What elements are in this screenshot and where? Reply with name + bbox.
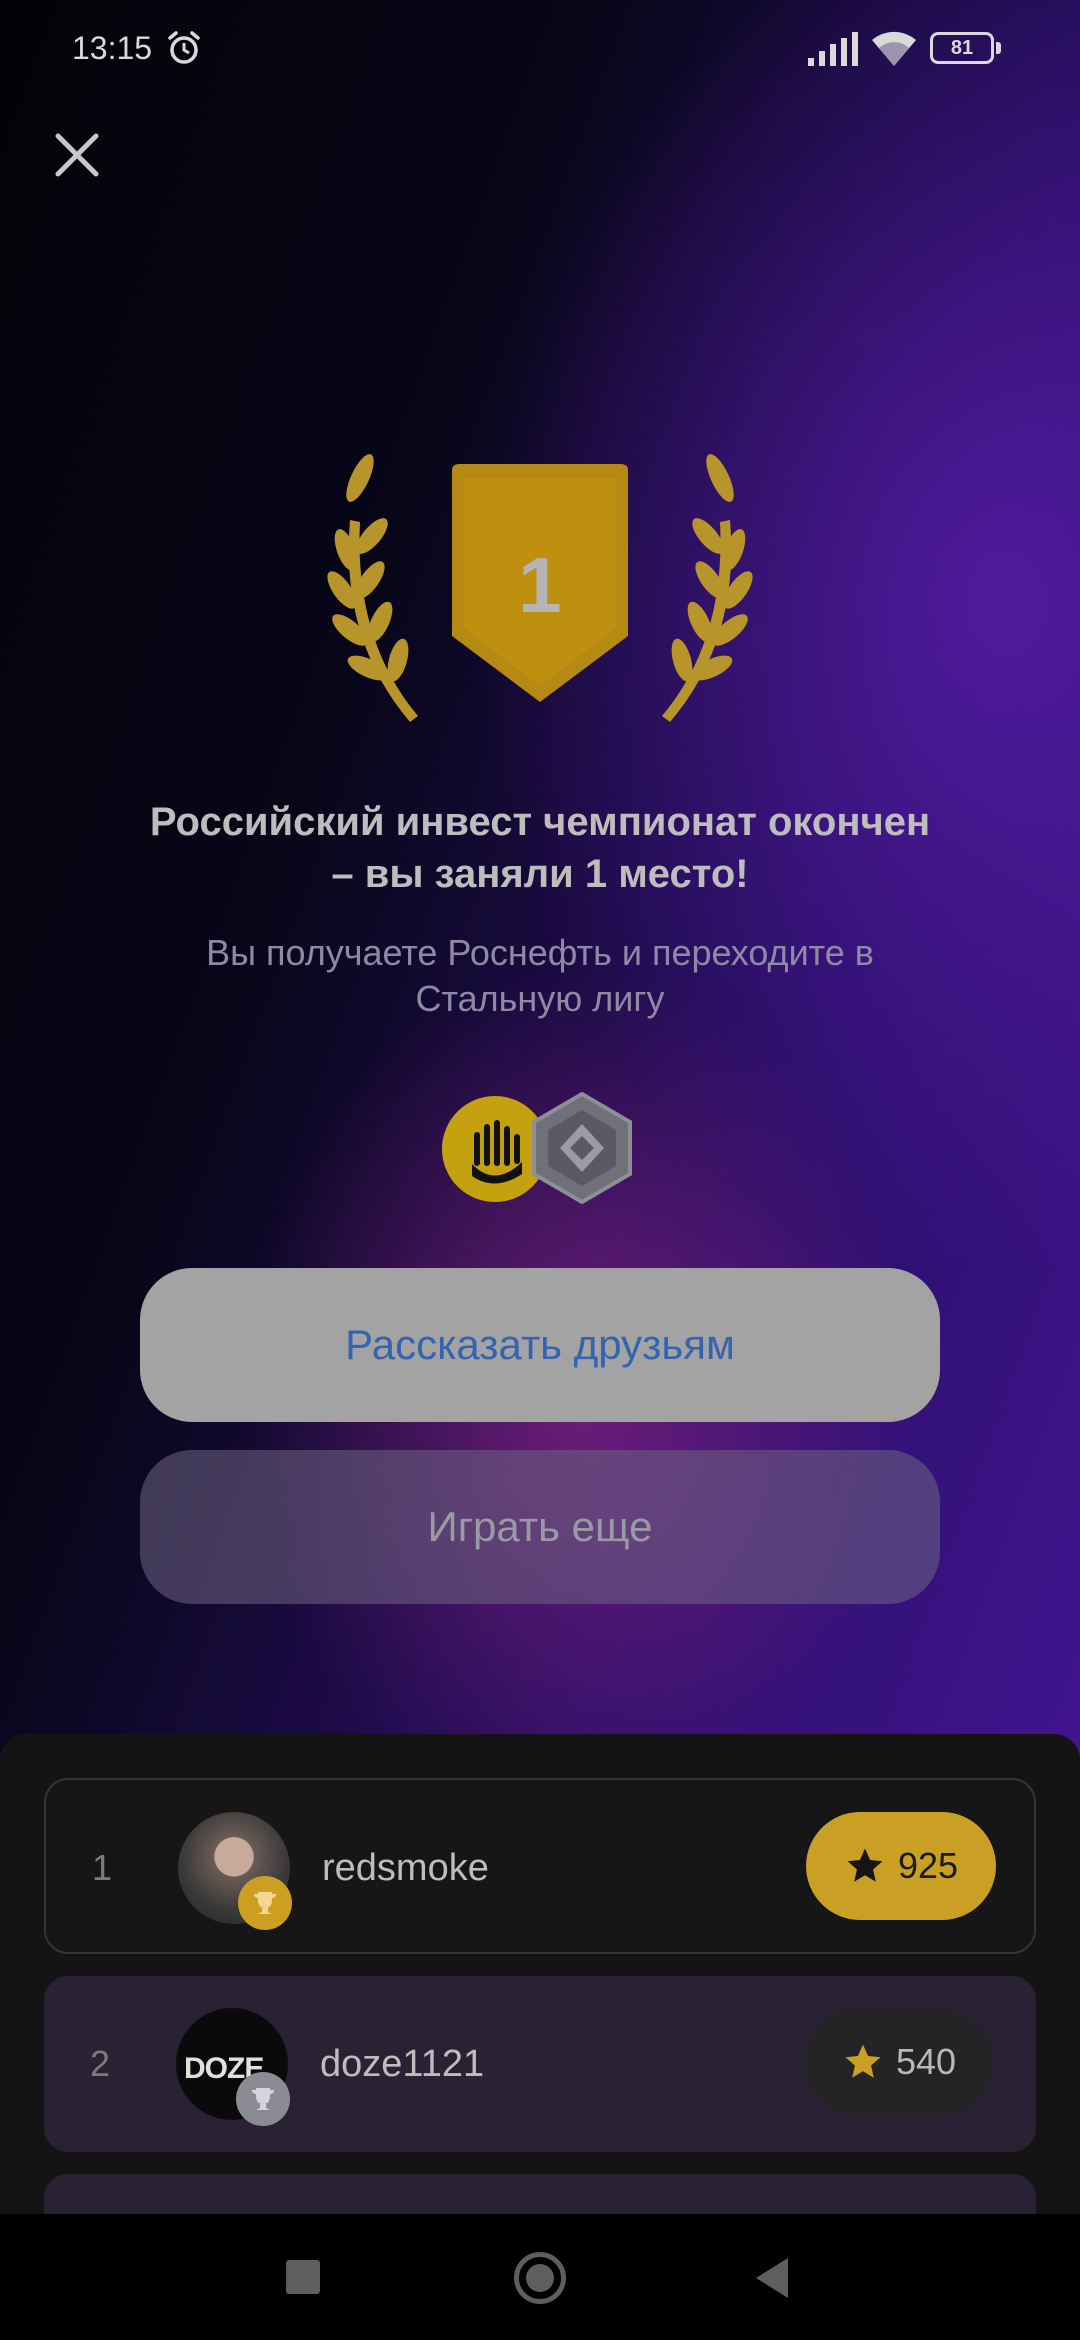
battery-level: 81: [930, 32, 994, 64]
back-button[interactable]: [756, 2258, 788, 2298]
star-icon: [847, 1848, 883, 1882]
leaderboard-row[interactable]: 2 DOZE doze1121 540: [44, 1976, 1036, 2152]
result-title: Российский инвест чемпионат окончен – вы…: [149, 800, 931, 896]
leaderboard: 1 redsmoke 925 2 DOZE doze1121 540: [0, 1734, 1080, 2214]
battery-tip: [996, 42, 1001, 54]
system-nav-bar: [0, 2214, 1080, 2340]
status-bar: 13:15 81: [0, 0, 1080, 100]
place-number: 1: [518, 541, 562, 629]
signal-icon: [808, 32, 858, 66]
first-place-medal: 1: [320, 440, 760, 740]
share-with-friends-button[interactable]: Рассказать друзьям: [140, 1268, 940, 1422]
trophy-icon: [238, 1876, 292, 1930]
trophy-icon: [236, 2072, 290, 2126]
result-subtitle: Вы получаете Роснефть и переходите в Ста…: [206, 932, 874, 1019]
home-button[interactable]: [514, 2252, 566, 2304]
wifi-icon: [872, 31, 916, 66]
recent-apps-button[interactable]: [286, 2260, 320, 2294]
username: redsmoke: [322, 1847, 489, 1889]
score-badge: 925: [806, 1812, 996, 1920]
star-icon: [845, 2044, 881, 2078]
close-icon[interactable]: [50, 128, 104, 182]
score-value: 540: [895, 2041, 957, 2082]
status-time: 13:15: [72, 30, 153, 66]
score-value: 925: [897, 1845, 959, 1886]
rank-number: 2: [90, 2043, 111, 2084]
play-again-button[interactable]: Играть еще: [140, 1450, 940, 1604]
leaderboard-row[interactable]: [44, 2174, 1036, 2214]
leaderboard-row[interactable]: 1 redsmoke 925: [44, 1778, 1036, 1954]
username: doze1121: [320, 2043, 485, 2085]
rank-number: 1: [92, 1847, 113, 1888]
score-badge: 540: [804, 2008, 994, 2116]
steel-league-icon: [532, 1092, 632, 1204]
alarm-icon: [168, 31, 200, 64]
reward-icons: [442, 1092, 638, 1204]
battery-icon: 81: [930, 32, 1002, 64]
